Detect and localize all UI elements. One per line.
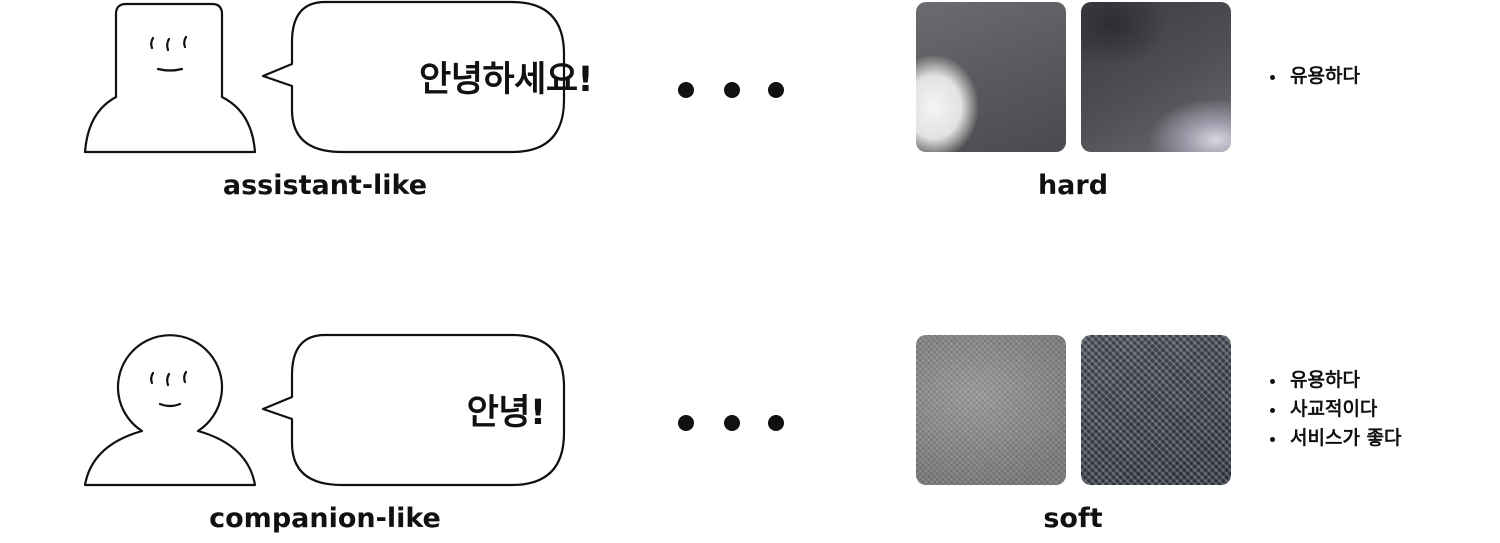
- soft-texture-image: [1081, 335, 1231, 485]
- hard-texture-image: [916, 2, 1066, 152]
- companion-like-caption: companion-like: [209, 503, 441, 534]
- dot-icon: [768, 82, 784, 98]
- trait-item: 유용하다: [1268, 366, 1402, 395]
- comparison-diagram: 안녕하세요! assistant-like hard 유용하다 안녕! comp…: [0, 0, 1500, 541]
- hard-caption: hard: [1037, 170, 1109, 201]
- ellipsis-icon: [678, 82, 798, 102]
- trait-item: 유용하다: [1268, 62, 1360, 91]
- assistant-character-group: 안녕하세요!: [80, 0, 593, 160]
- speech-bubble-text: 안녕하세요!: [419, 59, 593, 100]
- companion-character-group: 안녕!: [80, 333, 580, 493]
- companion-row: 안녕! companion-like soft 유용하다 사교적이다 서비스가 …: [0, 333, 1500, 543]
- assistant-like-caption: assistant-like: [222, 170, 428, 201]
- dot-icon: [678, 82, 694, 98]
- soft-caption: soft: [1043, 503, 1103, 534]
- dot-icon: [768, 415, 784, 431]
- hard-texture-image: [1081, 2, 1231, 152]
- soft-traits-list: 유용하다 사교적이다 서비스가 좋다: [1268, 366, 1402, 453]
- dot-icon: [724, 415, 740, 431]
- trait-item: 서비스가 좋다: [1268, 424, 1402, 453]
- ellipsis-icon: [678, 415, 798, 435]
- speech-bubble-text: 안녕!: [466, 392, 546, 433]
- trait-item: 사교적이다: [1268, 395, 1402, 424]
- hard-traits-list: 유용하다: [1268, 62, 1360, 91]
- dot-icon: [724, 82, 740, 98]
- dot-icon: [678, 415, 694, 431]
- assistant-row: 안녕하세요! assistant-like hard 유용하다: [0, 0, 1500, 210]
- soft-texture-image: [916, 335, 1066, 485]
